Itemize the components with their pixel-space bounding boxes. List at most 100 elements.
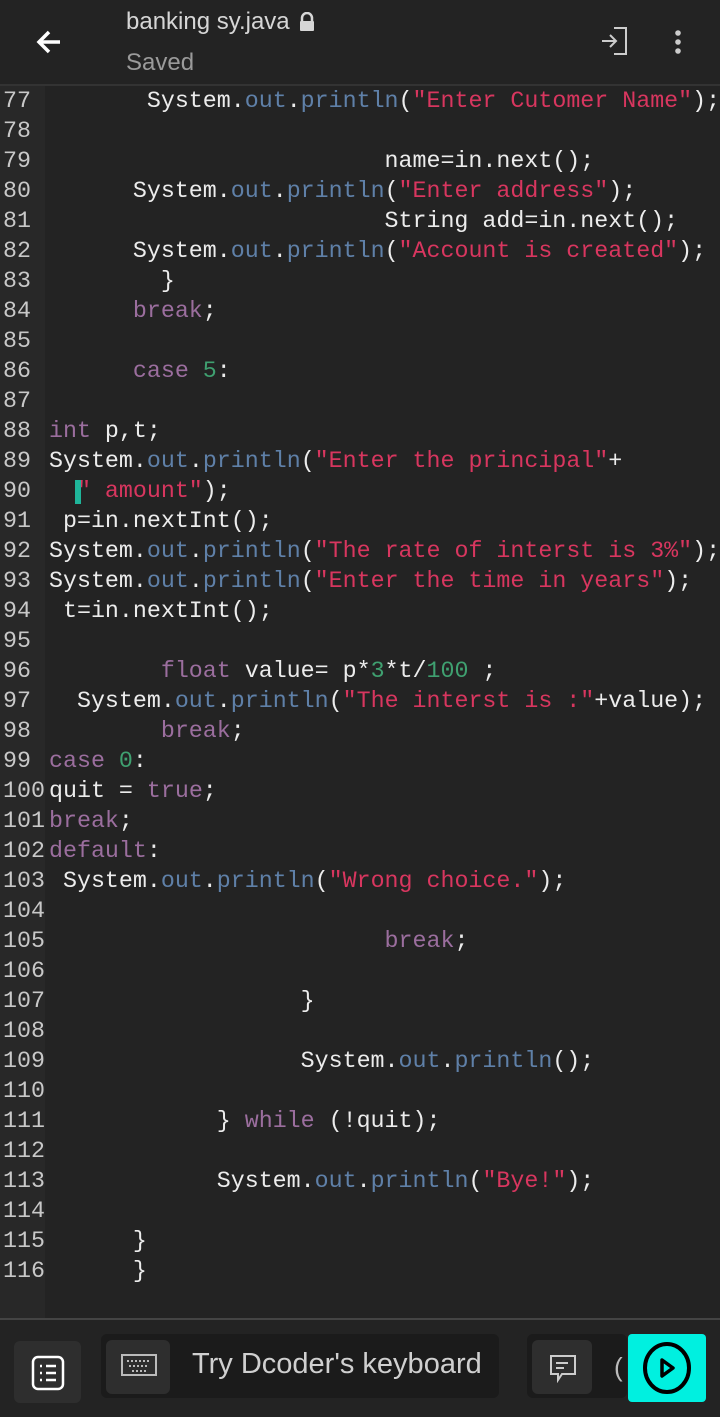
line-number: 104 [3,898,45,924]
line-number: 93 [3,568,31,594]
code-token: break [49,718,231,744]
code-token: "The interst is :" [342,688,595,714]
code-token: +value); [594,688,707,714]
code-text: break; [49,296,217,326]
code-token: System. [49,1048,399,1074]
outline-button[interactable] [14,1341,81,1403]
code-token: default [49,838,147,864]
code-token: out [230,178,273,204]
line-number: 109 [3,1048,45,1074]
code-token: "Enter Cutomer Name" [412,88,693,114]
code-editor[interactable]: 77 System.out.println("Enter Cutomer Nam… [0,86,720,1318]
code-token: . [356,1168,371,1194]
line-number: 95 [3,628,31,654]
code-token: println [370,1168,469,1194]
code-text: default: [49,836,161,866]
line-number: 88 [3,418,31,444]
line-number: 103 [3,868,45,894]
code-token: ( [300,538,315,564]
code-token: println [286,238,385,264]
code-text: } while (!quit); [49,1106,441,1136]
code-token: 5 [202,358,217,384]
code-token: ( [384,178,399,204]
code-token: + [608,448,623,474]
code-token: System. [49,238,231,264]
more-vert-icon[interactable] [670,30,686,54]
keyboard-button[interactable] [106,1340,170,1394]
comment-icon [550,1355,576,1383]
code-token: ); [692,88,720,114]
code-token: System. [49,868,161,894]
comment-button[interactable] [532,1340,592,1394]
code-token: ); [664,568,693,594]
code-token: out [146,448,189,474]
code-text: System.out.println("Enter the principal"… [49,446,622,476]
code-token: out [398,1048,441,1074]
code-token: println [202,568,301,594]
code-token: } [49,1258,147,1284]
code-token: break [49,928,455,954]
code-text: System.out.println(); [49,1046,595,1076]
exit-icon[interactable] [600,26,630,56]
file-name: banking sy.java [126,8,290,35]
code-token: quit = [49,778,147,804]
line-number: 81 [3,208,31,234]
play-icon [643,1342,691,1394]
code-token: System. [49,88,245,114]
line-number: 113 [3,1168,45,1194]
code-token: out [146,538,189,564]
file-title: banking sy.java [126,8,316,36]
code-token: (!quit); [314,1108,441,1134]
code-token: ; [202,778,217,804]
code-text: } [49,986,315,1016]
back-arrow-icon[interactable] [30,22,70,62]
code-token: "Account is created" [398,238,679,264]
code-token: } [49,1108,245,1134]
code-text: System.out.println("Wrong choice."); [49,866,566,896]
line-number: 89 [3,448,31,474]
lock-icon [299,12,314,31]
code-token: ( [300,448,315,474]
line-number: 87 [3,388,31,414]
code-text: } [49,1226,147,1256]
code-text: int p,t; [49,416,161,446]
code-token: out [160,868,203,894]
keyboard-prompt-text[interactable]: Try Dcoder's keyboard [192,1348,482,1381]
code-token: . [202,868,217,894]
code-token: ; [468,658,497,684]
code-token: "Enter address" [398,178,609,204]
code-token: : [146,838,161,864]
line-number: 86 [3,358,31,384]
code-token: . [272,178,287,204]
code-text: System.out.println("Enter address"); [49,176,636,206]
code-token: break [49,298,203,324]
code-token: } [49,268,175,294]
code-text: String add=in.next(); [49,206,679,236]
code-token: println [454,1048,553,1074]
line-number: 101 [3,808,45,834]
line-number: 84 [3,298,31,324]
code-token: (); [552,1048,595,1074]
code-token: out [244,88,287,114]
code-token: case [49,358,203,384]
line-number: 91 [3,508,31,534]
code-token: } [49,1228,147,1254]
run-button[interactable] [628,1334,706,1402]
code-token: ; [454,928,469,954]
line-number: 92 [3,538,31,564]
line-number: 115 [3,1228,45,1254]
code-token: p,t; [90,418,161,444]
code-text: float value= p*3*t/100 ; [49,656,497,686]
code-text: } [49,1256,147,1286]
code-token: 3 [370,658,385,684]
code-token: ( [398,88,413,114]
code-token: ; [230,718,245,744]
line-number: 78 [3,118,31,144]
code-token: true [146,778,203,804]
code-token: "The rate of interst is 3%" [314,538,693,564]
code-token: case [49,748,119,774]
code-text: System.out.println("Bye!"); [49,1166,595,1196]
code-token: System. [49,688,175,714]
text-cursor [75,480,81,504]
code-token: . [188,538,203,564]
